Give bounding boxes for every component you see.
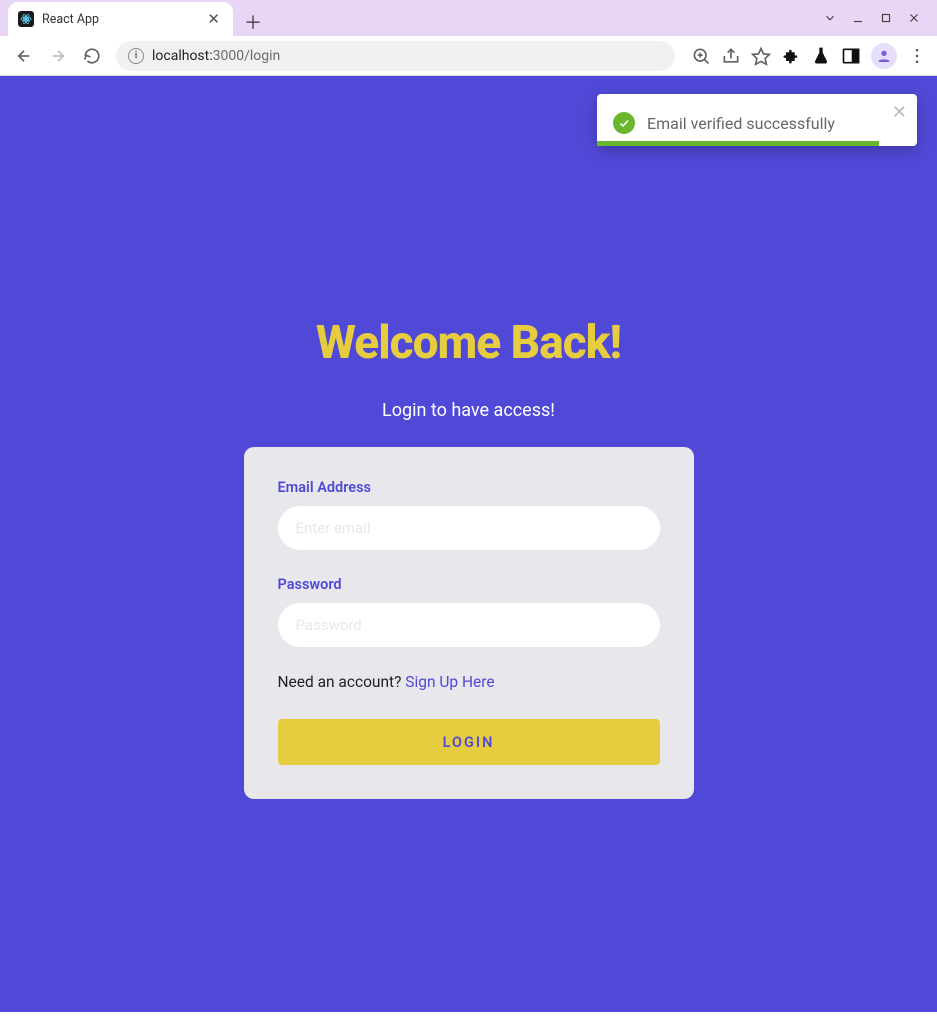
password-label: Password bbox=[278, 576, 660, 593]
url-path: 3000/login bbox=[213, 48, 281, 64]
chevron-down-icon[interactable] bbox=[823, 10, 837, 29]
bookmark-star-icon[interactable] bbox=[751, 46, 771, 66]
login-button[interactable]: LOGIN bbox=[278, 719, 660, 765]
toast-close-icon[interactable]: ✕ bbox=[892, 102, 907, 123]
url-host: localhost: bbox=[152, 48, 213, 64]
toast-success: Email verified successfully ✕ bbox=[597, 94, 917, 146]
window-controls bbox=[823, 4, 931, 29]
share-icon[interactable] bbox=[721, 46, 741, 66]
maximize-icon[interactable] bbox=[879, 10, 893, 29]
browser-toolbar: i localhost:3000/login bbox=[0, 36, 937, 76]
browser-chrome: React App ✕ ＋ i localhost:3000/login bbox=[0, 0, 937, 76]
close-window-icon[interactable] bbox=[907, 10, 921, 29]
login-card: Email Address Password Need an account? … bbox=[244, 447, 694, 799]
minimize-icon[interactable] bbox=[851, 10, 865, 29]
tab-close-icon[interactable]: ✕ bbox=[204, 10, 223, 28]
address-bar[interactable]: i localhost:3000/login bbox=[116, 41, 675, 71]
new-tab-button[interactable]: ＋ bbox=[239, 8, 267, 36]
password-field-group: Password bbox=[278, 576, 660, 647]
tab-title: React App bbox=[42, 12, 196, 27]
email-label: Email Address bbox=[278, 479, 660, 496]
check-circle-icon bbox=[613, 112, 635, 134]
toast-message: Email verified successfully bbox=[647, 114, 901, 133]
forward-button[interactable] bbox=[44, 42, 72, 70]
back-button[interactable] bbox=[10, 42, 38, 70]
app-viewport: Email verified successfully ✕ Welcome Ba… bbox=[0, 76, 937, 1012]
browser-tab[interactable]: React App ✕ bbox=[8, 2, 233, 36]
url-text: localhost:3000/login bbox=[152, 48, 280, 64]
password-input[interactable] bbox=[278, 603, 660, 647]
zoom-icon[interactable] bbox=[691, 46, 711, 66]
signup-link[interactable]: Sign Up Here bbox=[405, 673, 494, 691]
kebab-menu-icon[interactable] bbox=[907, 46, 927, 66]
email-field-group: Email Address bbox=[278, 479, 660, 550]
site-info-icon[interactable]: i bbox=[128, 48, 144, 64]
page-subheading: Login to have access! bbox=[382, 400, 555, 421]
extensions-icon[interactable] bbox=[781, 46, 801, 66]
toast-progress-bar bbox=[597, 141, 879, 146]
signup-row: Need an account? Sign Up Here bbox=[278, 673, 660, 691]
reload-button[interactable] bbox=[78, 42, 106, 70]
side-panel-icon[interactable] bbox=[841, 46, 861, 66]
tabs-row: React App ✕ ＋ bbox=[0, 0, 937, 36]
signup-prompt: Need an account? bbox=[278, 673, 406, 691]
react-favicon-icon bbox=[18, 11, 34, 27]
labs-flask-icon[interactable] bbox=[811, 46, 831, 66]
page-heading: Welcome Back! bbox=[316, 316, 621, 370]
toolbar-right bbox=[685, 43, 927, 69]
profile-avatar-icon[interactable] bbox=[871, 43, 897, 69]
email-input[interactable] bbox=[278, 506, 660, 550]
